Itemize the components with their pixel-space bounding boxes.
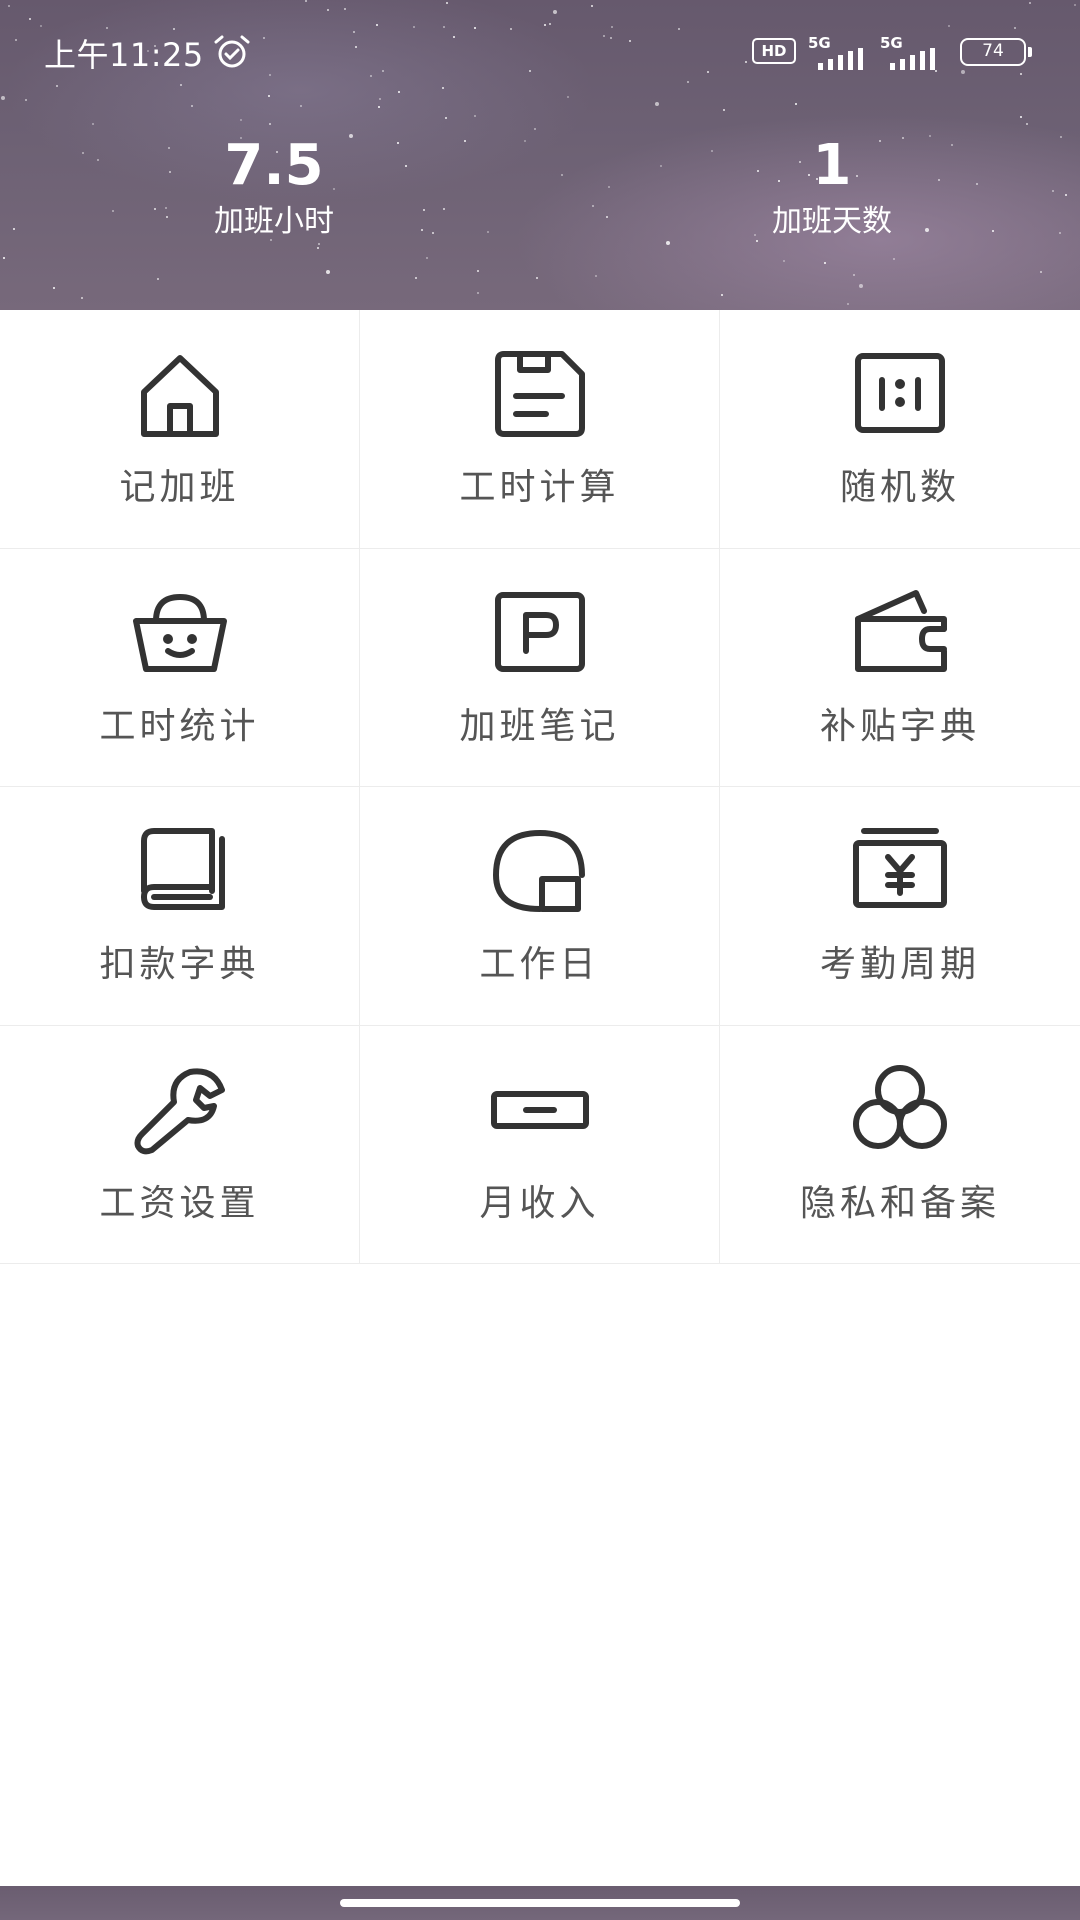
menu-item-privacy-filing[interactable]: 隐私和备案 (720, 1026, 1080, 1264)
star-dot (378, 106, 380, 108)
home-indicator[interactable] (340, 1899, 740, 1907)
star-dot (893, 258, 895, 260)
header-banner: 上午11:25 HD 5G 5G 74 7.5 加班小时 1 加班天数 (0, 0, 1080, 310)
menu-item-label: 隐私和备案 (799, 1182, 1000, 1224)
minus-box-icon (490, 1060, 590, 1160)
star-dot (1065, 194, 1067, 196)
star-dot (326, 270, 330, 274)
star-dot (783, 260, 785, 262)
star-dot (723, 109, 725, 111)
signal-strength-icon: 5G (808, 34, 872, 70)
floppy-disk-icon (490, 344, 590, 444)
star-dot (1052, 190, 1054, 192)
star-dot (474, 115, 476, 117)
star-dot (415, 277, 417, 279)
overtime-days-value: 1 (812, 133, 852, 198)
star-dot (477, 292, 479, 294)
signal-strength-icon: 5G (880, 34, 944, 70)
star-dot (92, 123, 94, 125)
menu-item-salary-settings[interactable]: 工资设置 (0, 1025, 360, 1264)
star-dot (3, 257, 5, 259)
menu-item-label: 加班笔记 (459, 705, 620, 747)
menu-item-label: 工资设置 (99, 1182, 260, 1224)
star-dot (721, 294, 723, 296)
star-dot (859, 284, 863, 288)
star-dot (317, 247, 319, 249)
menu-item-label: 随机数 (839, 467, 960, 508)
status-time: 上午11:25 (44, 36, 204, 74)
star-dot (536, 277, 538, 279)
star-dot (81, 297, 83, 299)
menu-item-label: 工作日 (479, 944, 600, 985)
menu-item-workday[interactable]: 工作日 (360, 787, 720, 1026)
menu-item-record-overtime[interactable]: 记加班 (0, 310, 360, 549)
house-icon (130, 344, 230, 444)
menu-item-hours-calc[interactable]: 工时计算 (360, 310, 720, 549)
ratio-icon (850, 344, 950, 444)
overtime-days-stat: 1 加班天数 (632, 132, 1032, 242)
status-bar: 上午11:25 HD 5G 5G 74 (0, 0, 1080, 105)
star-dot (300, 105, 302, 107)
menu-item-label: 工时计算 (459, 467, 620, 508)
star-dot (1040, 271, 1042, 273)
menu-item-label: 月收入 (479, 1182, 600, 1224)
star-dot (1060, 136, 1062, 138)
overtime-days-label: 加班天数 (772, 204, 892, 239)
calendar-shape-icon (490, 821, 590, 921)
menu-item-label: 记加班 (119, 467, 240, 508)
star-dot (445, 117, 447, 119)
menu-item-monthly-income[interactable]: 月收入 (360, 1025, 720, 1264)
overtime-hours-stat: 7.5 加班小时 (74, 132, 474, 242)
star-dot (853, 274, 855, 276)
menu-item-allowance-dict[interactable]: 补贴字典 (720, 549, 1080, 787)
hd-voice-badge: HD (752, 38, 796, 64)
star-dot (824, 262, 826, 264)
star-dot (1020, 116, 1022, 118)
star-dot (477, 270, 479, 272)
star-dot (487, 231, 489, 233)
star-dot (191, 105, 193, 107)
star-dot (240, 119, 242, 121)
menu-item-deduction-dict[interactable]: 扣款字典 (0, 787, 360, 1026)
star-dot (269, 123, 271, 125)
menu-item-random-number[interactable]: 随机数 (720, 310, 1080, 549)
alarm-clock-icon (212, 34, 252, 70)
star-dot (426, 257, 428, 259)
menu-item-hours-stats[interactable]: 工时统计 (0, 548, 360, 787)
star-dot (53, 287, 55, 289)
wrench-icon (130, 1060, 230, 1160)
star-dot (1059, 232, 1061, 234)
star-dot (1026, 123, 1028, 125)
star-dot (595, 275, 597, 277)
star-dot (534, 128, 536, 130)
feature-grid: 记加班 工时计算 随机数 工时统计 加班笔记 补贴字典 扣款字典 工作日 考勤周… (0, 310, 1080, 1264)
menu-item-label: 补贴字典 (819, 705, 980, 747)
book-icon (130, 821, 230, 921)
star-dot (318, 243, 320, 245)
menu-item-label: 扣款字典 (99, 944, 260, 985)
overtime-hours-label: 加班小时 (214, 204, 334, 239)
menu-item-attendance-cycle[interactable]: 考勤周期 (720, 787, 1080, 1026)
star-dot (592, 205, 594, 207)
star-dot (847, 303, 849, 305)
yen-card-icon (850, 821, 950, 921)
star-dot (524, 140, 526, 142)
star-dot (13, 228, 15, 230)
parking-icon (490, 583, 590, 683)
overtime-hours-value: 7.5 (224, 133, 324, 198)
menu-item-label: 工时统计 (99, 705, 260, 747)
battery-indicator: 74 (960, 38, 1032, 66)
wallet-icon (850, 583, 950, 683)
circles-icon (850, 1060, 950, 1160)
star-dot (561, 174, 563, 176)
basket-smile-icon (130, 583, 230, 683)
menu-item-overtime-notes[interactable]: 加班笔记 (360, 548, 720, 787)
star-dot (608, 186, 610, 188)
star-dot (157, 278, 159, 280)
star-dot (606, 216, 608, 218)
menu-item-label: 考勤周期 (819, 944, 980, 985)
